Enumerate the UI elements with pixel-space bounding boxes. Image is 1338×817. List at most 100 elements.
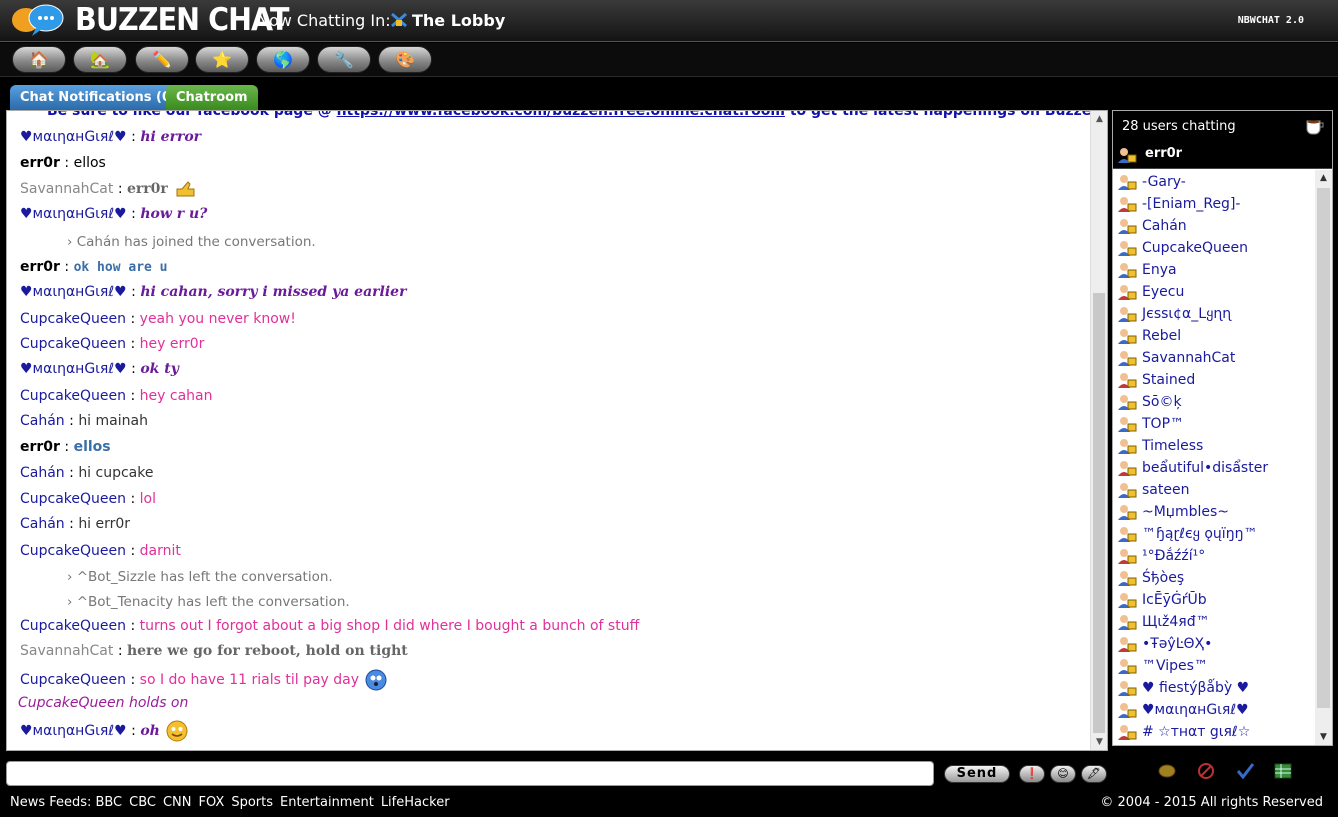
chat-nick[interactable]: ♥мαιηαнGιяℓ♥ <box>20 361 127 377</box>
chat-nick[interactable]: ♥мαιηαнGιяℓ♥ <box>20 723 127 739</box>
room-name[interactable]: The Lobby <box>412 11 505 30</box>
users-header: 28 users chatting err0r <box>1113 111 1332 169</box>
rooms-button[interactable]: 🏡 <box>73 46 127 73</box>
ball-icon[interactable] <box>1157 761 1177 781</box>
edit-button[interactable]: ✏️ <box>135 46 189 73</box>
user-icon <box>1118 329 1137 344</box>
chat-scrollbar[interactable]: ▲ ▼ <box>1090 111 1107 750</box>
chat-line: err0r : ellos <box>20 439 111 455</box>
globe-button[interactable]: 🌎 <box>256 46 310 73</box>
chat-nick[interactable]: SavannahCat <box>20 643 113 659</box>
feed-link-lifehacker[interactable]: LifeHacker <box>381 795 450 810</box>
home-button[interactable]: 🏠 <box>12 46 66 73</box>
user-name: ♥мαιηαнGιяℓ♥ <box>1142 702 1249 718</box>
feed-link-fox[interactable]: FOX <box>199 795 225 810</box>
chat-bubbles-logo-icon <box>12 4 64 36</box>
chat-nick[interactable]: CupcakeQueen <box>20 672 126 688</box>
chat-nick[interactable]: ♥мαιηαнGιяℓ♥ <box>20 129 127 145</box>
chat-text: hi err0r <box>78 516 131 532</box>
chat-nick[interactable]: Cahán <box>20 465 65 481</box>
chat-nick[interactable]: CupcakeQueen <box>20 543 126 559</box>
user-name: # ☆тнαт gιяℓ☆ <box>1142 724 1251 740</box>
scroll-down-icon[interactable]: ▼ <box>1091 734 1107 750</box>
settings-button[interactable]: 🔧 <box>317 46 371 73</box>
user-name: ¹°Đắźźí¹° <box>1142 548 1206 564</box>
chat-nick[interactable]: err0r <box>20 155 60 171</box>
palette-icon: 🎨 <box>395 50 415 69</box>
feed-link-entertainment[interactable]: Entertainment <box>280 795 374 810</box>
user-icon <box>1118 725 1137 740</box>
chat-line: CupcakeQueen : hey err0r <box>20 336 205 352</box>
chat-nick[interactable]: ♥мαιηαнGιяℓ♥ <box>20 206 127 222</box>
user-name: Eyecu <box>1142 284 1185 300</box>
toolbar: 🏠 🏡 ✏️ ⭐ 🌎 🔧 🎨 <box>0 43 1338 77</box>
spreadsheet-icon[interactable] <box>1273 761 1293 781</box>
scroll-up-icon[interactable]: ▲ <box>1091 111 1107 127</box>
version-label: NBWCHAT 2.0 <box>1237 15 1304 26</box>
chat-line: err0r : ellos <box>20 155 106 171</box>
chat-text: hey err0r <box>139 336 205 352</box>
chat-nick[interactable]: CupcakeQueen <box>20 388 126 404</box>
message-input[interactable] <box>6 761 934 786</box>
users-count: 28 users chatting <box>1122 119 1236 134</box>
chat-line: Cahán : hi cupcake <box>20 465 154 481</box>
chat-nick[interactable]: err0r <box>20 439 60 455</box>
smiley-icon: 😊 <box>1057 767 1069 780</box>
user-name: -Gary- <box>1142 174 1186 190</box>
user-name: Cahán <box>1142 218 1187 234</box>
feed-link-cnn[interactable]: CNN <box>163 795 192 810</box>
chat-nick[interactable]: err0r <box>20 259 60 275</box>
chat-line: Cahán : hi mainah <box>20 413 148 429</box>
checkmark-icon[interactable] <box>1235 761 1255 781</box>
users-scrollbar[interactable]: ▲ ▼ <box>1315 170 1332 745</box>
font-style-button[interactable]: 🖋 <box>1081 765 1107 783</box>
chat-text: ok how are u <box>73 260 168 275</box>
tab-chatroom[interactable]: Chatroom <box>166 85 258 110</box>
tab-chat-notifications[interactable]: Chat Notifications (0) <box>10 85 187 110</box>
dizzy-face-emoji-icon <box>365 669 387 691</box>
favorites-button[interactable]: ⭐ <box>195 46 249 73</box>
user-name: Щιž4яđ™ <box>1142 614 1210 630</box>
user-name: CupcakeQueen <box>1142 240 1249 256</box>
scroll-down-icon[interactable]: ▼ <box>1315 729 1332 745</box>
chat-line: ♥мαιηαнGιяℓ♥ : hi error <box>20 129 202 145</box>
feed-link-bbc[interactable]: BBC <box>95 795 122 810</box>
user-name: Rebel <box>1142 328 1182 344</box>
chat-line: Cahán : hi err0r <box>20 516 131 532</box>
feed-link-cbc[interactable]: CBC <box>129 795 156 810</box>
chat-nick[interactable]: Cahán <box>20 516 65 532</box>
chat-text: ellos <box>73 439 111 455</box>
emoticon-button[interactable]: 😊 <box>1050 765 1076 783</box>
chat-text: darnit <box>139 543 181 559</box>
facebook-link[interactable]: https://www.facebook.com/buzzen.free.onl… <box>337 111 785 119</box>
user-icon <box>1118 263 1137 278</box>
chat-text: hi cahan, sorry i missed ya earlier <box>140 284 407 300</box>
chat-nick[interactable]: CupcakeQueen <box>20 491 126 507</box>
chat-nick[interactable]: ♥мαιηαнGιяℓ♥ <box>20 284 127 300</box>
user-icon <box>1118 593 1137 608</box>
chat-text: hey cahan <box>139 388 213 404</box>
chat-nick[interactable]: CupcakeQueen <box>20 618 126 634</box>
send-button[interactable]: Send <box>944 765 1010 783</box>
chat-nick[interactable]: SavannahCat <box>20 181 113 197</box>
user-icon <box>1118 439 1137 454</box>
palette-button[interactable]: 🎨 <box>378 46 432 73</box>
feed-link-sports[interactable]: Sports <box>231 795 273 810</box>
chat-scroll-thumb[interactable] <box>1093 293 1105 733</box>
chat-nick[interactable]: Cahán <box>20 413 65 429</box>
user-name: •ŦәŷĿΘҲ• <box>1142 636 1213 652</box>
user-icon <box>1118 373 1137 388</box>
users-scroll-thumb[interactable] <box>1317 188 1330 708</box>
chat-nick[interactable]: CupcakeQueen <box>20 336 126 352</box>
block-icon[interactable] <box>1196 761 1216 781</box>
coffee-cup-icon[interactable] <box>1304 115 1326 135</box>
chat-text: err0r <box>127 181 168 197</box>
user-name: ™ɧąɽℓєყ ǫųїŋŋ™ <box>1142 526 1258 542</box>
chat-line: ♥мαιηαнGιяℓ♥ : oh <box>20 720 188 742</box>
chat-text: oh <box>140 723 160 739</box>
alert-button[interactable]: ❗ <box>1019 765 1045 783</box>
scroll-up-icon[interactable]: ▲ <box>1315 170 1332 186</box>
chat-nick[interactable]: CupcakeQueen <box>20 311 126 327</box>
users-list: -Gary- -[Eniam_Reg]- Cahán CupcakeQueen Enya… <box>1113 170 1313 745</box>
chat-text: ellos <box>73 155 106 171</box>
